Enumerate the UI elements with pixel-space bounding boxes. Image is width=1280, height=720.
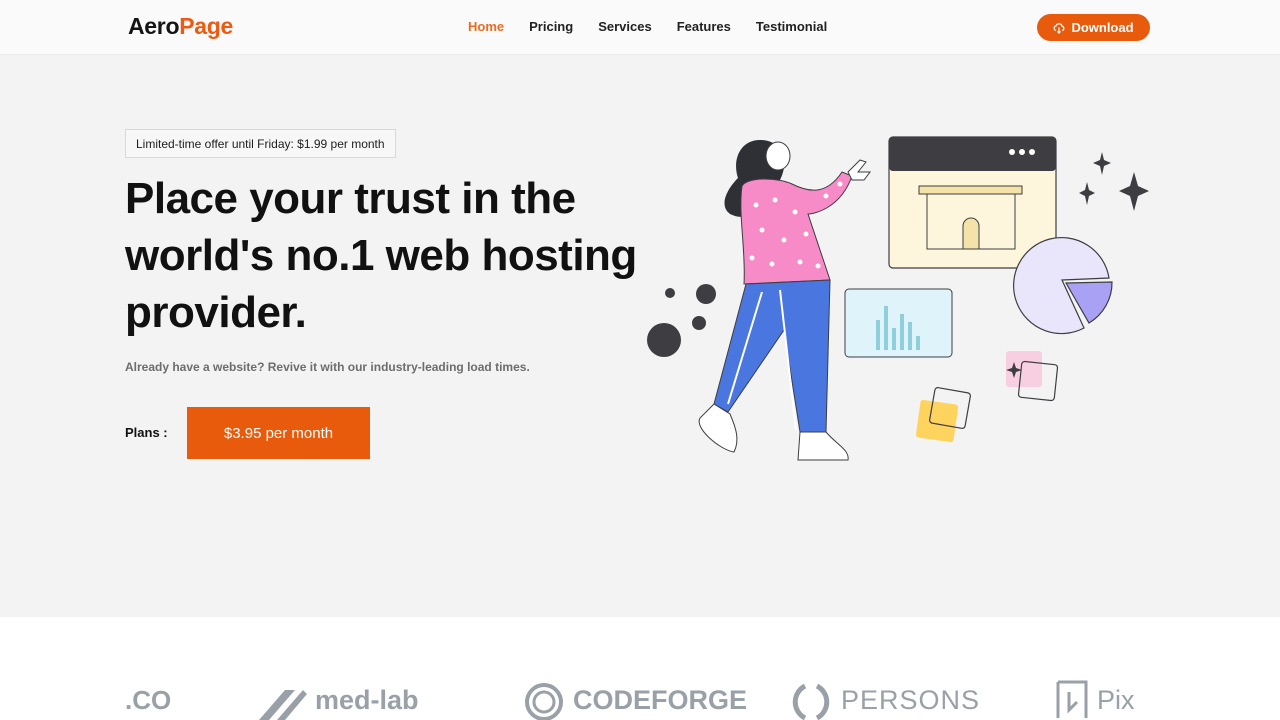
nav-features[interactable]: Features <box>677 19 731 34</box>
partner-codeforge-text: CODEFORGE <box>573 684 748 715</box>
logo-text-aero: Aero <box>128 13 180 39</box>
partner-logo-codeforge: CODEFORGE <box>523 680 747 720</box>
partner-persons-text: PERSONS <box>841 684 981 715</box>
partner-logo-medlab: med-lab <box>257 680 419 720</box>
persons-mark-icon <box>792 683 830 720</box>
partner-pix-text: Pix <box>1097 684 1135 715</box>
logo[interactable]: AeroPage <box>128 13 233 40</box>
partner-logo-co: .CO <box>125 680 171 720</box>
partner-medlab-text: med-lab <box>315 684 419 715</box>
cloud-download-icon <box>1054 22 1065 34</box>
hero-title: Place your trust in the world's no.1 web… <box>125 174 637 337</box>
plans-label: Plans : <box>125 425 168 440</box>
nav-home[interactable]: Home <box>468 19 504 34</box>
partner-co-text: .CO <box>125 684 172 715</box>
main-nav: Home Pricing Services Features Testimoni… <box>468 19 852 34</box>
partner-logo-persons: PERSONS <box>789 680 980 720</box>
logo-text-page: Page <box>179 13 233 39</box>
nav-pricing[interactable]: Pricing <box>529 19 573 34</box>
hero-subtitle: Already have a website? Revive it with o… <box>125 360 530 374</box>
pix-mark-icon <box>1056 680 1088 718</box>
download-button[interactable]: Download <box>1037 14 1150 41</box>
partner-logo-pix: Pix <box>1055 680 1135 720</box>
codeforge-ring-icon <box>525 683 563 720</box>
medlab-mark-icon <box>259 690 307 720</box>
nav-services[interactable]: Services <box>598 19 652 34</box>
hero-illustration <box>647 136 1149 461</box>
plan-price-button[interactable]: $3.95 per month <box>187 407 370 459</box>
header: AeroPage Home Pricing Services Features … <box>0 0 1280 55</box>
download-label: Download <box>1071 20 1134 35</box>
nav-testimonial[interactable]: Testimonial <box>756 19 827 34</box>
offer-badge: Limited-time offer until Friday: $1.99 p… <box>125 129 396 158</box>
